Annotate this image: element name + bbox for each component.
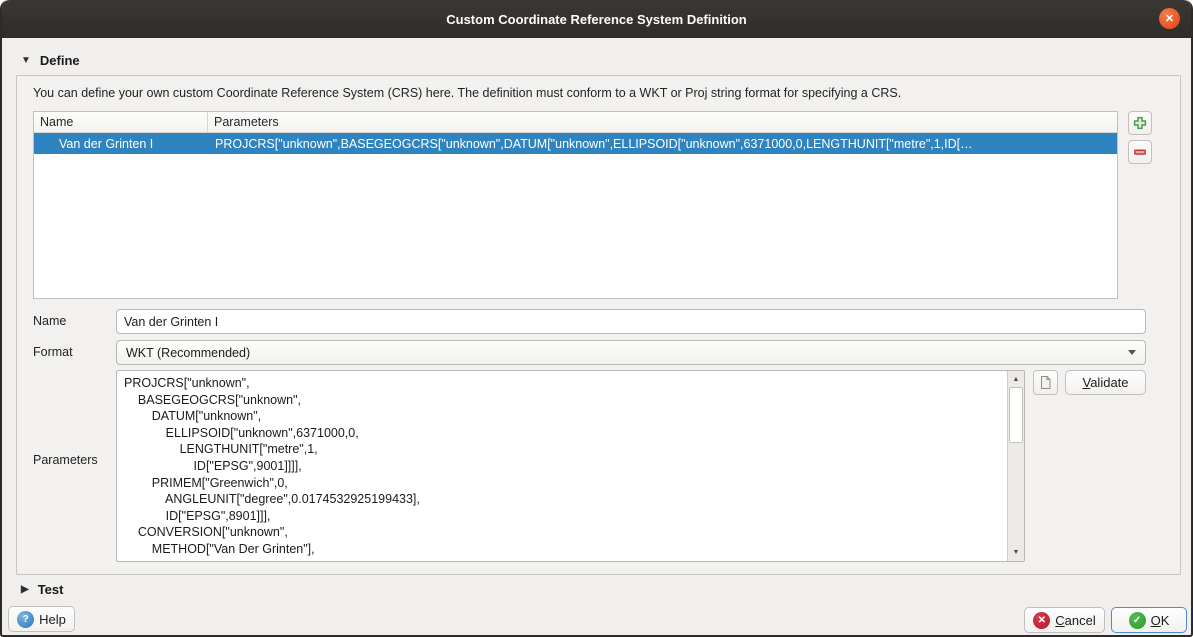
help-icon: ?	[17, 611, 34, 628]
name-input[interactable]	[116, 309, 1146, 334]
define-group: You can define your own custom Coordinat…	[16, 75, 1181, 575]
add-crs-button[interactable]	[1128, 111, 1152, 135]
scrollbar[interactable]: ▲ ▼	[1007, 371, 1024, 561]
ok-button[interactable]: ✓ OK	[1111, 607, 1187, 633]
column-header-parameters[interactable]: Parameters	[208, 112, 1117, 132]
ok-icon: ✓	[1129, 612, 1146, 629]
validate-button[interactable]: Validate	[1065, 370, 1146, 395]
plus-icon	[1132, 115, 1148, 131]
cancel-button[interactable]: ✕ Cancel	[1024, 607, 1105, 633]
test-section-header[interactable]: ▶ Test	[21, 582, 63, 597]
clipboard-icon	[1039, 375, 1052, 390]
cancel-label: Cancel	[1055, 613, 1095, 628]
crs-row-parameters: PROJCRS["unknown",BASEGEOGCRS["unknown",…	[209, 137, 1117, 151]
crs-table-header: Name Parameters	[34, 112, 1117, 133]
crs-table-row[interactable]: Van der Grinten I PROJCRS["unknown",BASE…	[34, 133, 1117, 154]
window-title: Custom Coordinate Reference System Defin…	[446, 12, 747, 27]
format-select[interactable]: WKT (Recommended)	[116, 340, 1146, 365]
cancel-icon: ✕	[1033, 612, 1050, 629]
close-icon: ✕	[1165, 12, 1174, 25]
crs-table[interactable]: Name Parameters Van der Grinten I PROJCR…	[33, 111, 1118, 299]
copy-button[interactable]	[1033, 370, 1058, 395]
remove-crs-button[interactable]	[1128, 140, 1152, 164]
triangle-right-icon: ▶	[21, 584, 29, 595]
validate-label: Validate	[1082, 375, 1128, 390]
triangle-down-icon: ▼	[21, 55, 31, 66]
define-section-header[interactable]: ▼ Define	[21, 53, 80, 68]
name-label: Name	[33, 314, 66, 328]
format-label: Format	[33, 345, 73, 359]
help-label: Help	[39, 612, 66, 627]
title-bar[interactable]: Custom Coordinate Reference System Defin…	[2, 0, 1191, 38]
column-header-name[interactable]: Name	[34, 112, 208, 132]
close-button[interactable]: ✕	[1159, 8, 1180, 29]
parameters-textarea[interactable]: PROJCRS["unknown", BASEGEOGCRS["unknown"…	[116, 370, 1025, 562]
ok-label: OK	[1151, 613, 1170, 628]
scrollbar-thumb[interactable]	[1009, 387, 1023, 443]
scroll-down-icon[interactable]: ▼	[1008, 545, 1024, 560]
test-section-label: Test	[38, 582, 64, 597]
custom-crs-dialog: Custom Coordinate Reference System Defin…	[0, 0, 1193, 637]
minus-icon	[1132, 144, 1148, 160]
crs-row-name: Van der Grinten I	[34, 137, 209, 151]
format-selected-value: WKT (Recommended)	[126, 346, 250, 360]
scroll-up-icon[interactable]: ▲	[1008, 372, 1024, 387]
chevron-down-icon	[1128, 350, 1136, 355]
parameters-label: Parameters	[33, 453, 98, 467]
parameters-wkt-text: PROJCRS["unknown", BASEGEOGCRS["unknown"…	[117, 371, 1006, 561]
define-section-label: Define	[40, 53, 80, 68]
help-button[interactable]: ? Help	[8, 606, 75, 632]
crs-description: You can define your own custom Coordinat…	[33, 86, 901, 100]
